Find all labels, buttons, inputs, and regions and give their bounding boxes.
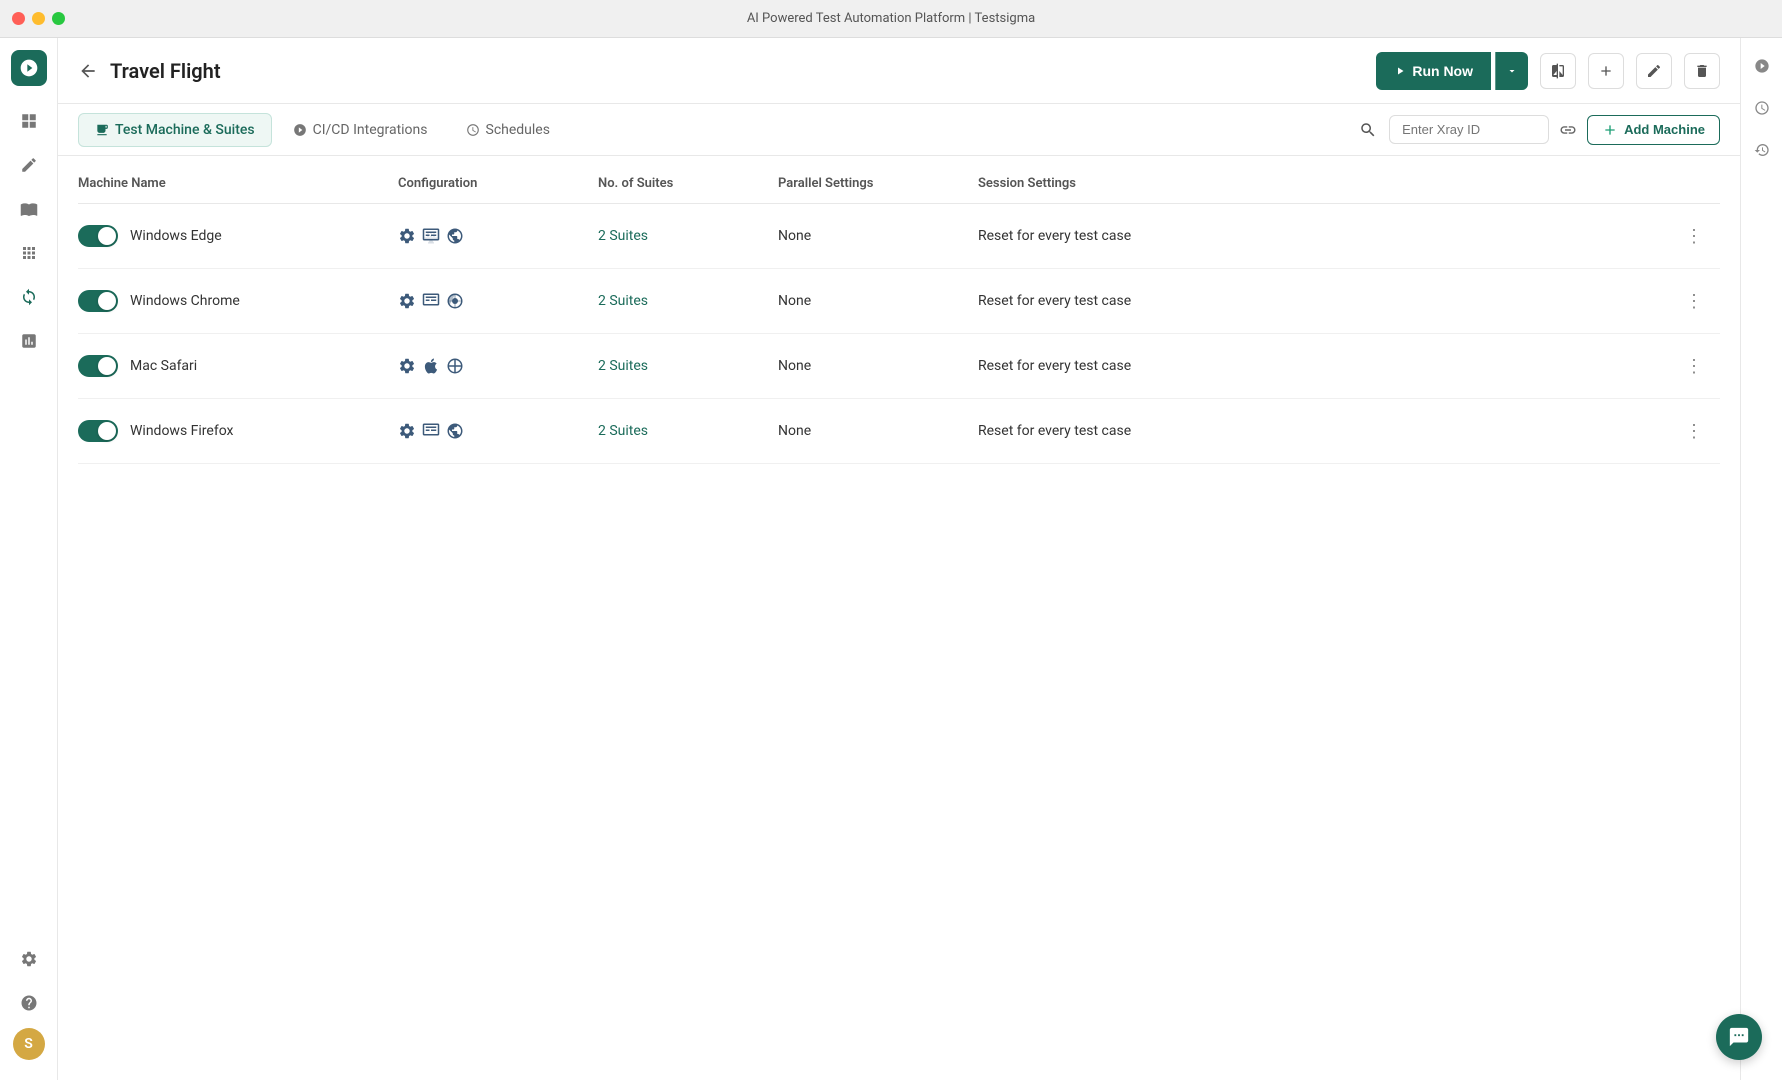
machine-toggle-0[interactable] (78, 225, 118, 247)
clock-icon[interactable] (1746, 92, 1778, 124)
main-content: Travel Flight Run Now (58, 38, 1740, 1080)
tab-test-machine[interactable]: Test Machine & Suites (78, 113, 272, 147)
table-header: Machine Name Configuration No. of Suites… (78, 164, 1720, 204)
maximize-button[interactable] (52, 12, 65, 25)
link-icon[interactable] (1553, 115, 1583, 145)
left-sidebar: S (0, 38, 58, 1080)
suites-link-0[interactable]: 2 Suites (598, 228, 778, 244)
suites-link-2[interactable]: 2 Suites (598, 358, 778, 374)
table-row: Windows Firefox 2 Suites None Reset for … (78, 399, 1720, 464)
config-icons-1 (398, 292, 598, 310)
sidebar-item-test-cases[interactable] (10, 146, 48, 184)
tabs-bar: Test Machine & Suites CI/CD Integrations… (58, 104, 1740, 156)
minimize-button[interactable] (32, 12, 45, 25)
more-options-0[interactable]: ⋮ (1680, 222, 1708, 250)
config-icons-2 (398, 357, 598, 375)
tab-schedules[interactable]: Schedules (449, 113, 567, 147)
close-button[interactable] (12, 12, 25, 25)
page-title: Travel Flight (110, 59, 221, 83)
machine-name-cell: Windows Firefox (78, 420, 398, 442)
app-logo[interactable] (11, 50, 47, 86)
page-header: Travel Flight Run Now (58, 38, 1740, 104)
more-options-3[interactable]: ⋮ (1680, 417, 1708, 445)
machine-name-cell: Windows Chrome (78, 290, 398, 312)
suites-link-1[interactable]: 2 Suites (598, 293, 778, 309)
table-row: Mac Safari 2 Suites None Reset for every… (78, 334, 1720, 399)
search-button[interactable] (1351, 113, 1385, 147)
edit-button[interactable] (1636, 53, 1672, 89)
machine-name-cell: Mac Safari (78, 355, 398, 377)
plus-button[interactable] (1588, 53, 1624, 89)
right-sidebar (1740, 38, 1782, 1080)
more-options-2[interactable]: ⋮ (1680, 352, 1708, 380)
add-machine-button[interactable]: Add Machine (1587, 115, 1720, 145)
sidebar-item-runs[interactable] (10, 278, 48, 316)
history-icon[interactable] (1746, 134, 1778, 166)
traffic-lights (12, 12, 65, 25)
machine-toggle-1[interactable] (78, 290, 118, 312)
tab-cicd[interactable]: CI/CD Integrations (276, 113, 445, 147)
compare-button[interactable] (1540, 53, 1576, 89)
xray-id-input[interactable] (1389, 115, 1549, 144)
sidebar-item-dashboard[interactable] (10, 102, 48, 140)
chat-widget[interactable] (1716, 1014, 1762, 1060)
table-row: Windows Edge 2 Suites None Reset for eve… (78, 204, 1720, 269)
sidebar-item-reports[interactable] (10, 322, 48, 360)
machine-toggle-3[interactable] (78, 420, 118, 442)
user-avatar[interactable]: S (13, 1028, 45, 1060)
sidebar-item-help[interactable] (10, 984, 48, 1022)
table-row: Windows Chrome 2 Suites None Reset for e… (78, 269, 1720, 334)
titlebar: AI Powered Test Automation Platform | Te… (0, 0, 1782, 38)
sidebar-item-settings[interactable] (10, 940, 48, 978)
config-icons-0 (398, 227, 598, 245)
machine-name-cell: Windows Edge (78, 225, 398, 247)
run-now-button[interactable]: Run Now (1376, 52, 1491, 90)
back-button[interactable] (78, 61, 98, 81)
sidebar-item-books[interactable] (10, 190, 48, 228)
config-icons-3 (398, 422, 598, 440)
app-layout: S Travel Flight Run Now (0, 38, 1782, 1080)
sidebar-item-apps[interactable] (10, 234, 48, 272)
more-options-1[interactable]: ⋮ (1680, 287, 1708, 315)
window-title: AI Powered Test Automation Platform | Te… (747, 11, 1035, 26)
machines-table: Machine Name Configuration No. of Suites… (58, 156, 1740, 1080)
run-now-dropdown-button[interactable] (1495, 52, 1528, 90)
suites-link-3[interactable]: 2 Suites (598, 423, 778, 439)
activity-icon[interactable] (1746, 50, 1778, 82)
delete-button[interactable] (1684, 53, 1720, 89)
machine-toggle-2[interactable] (78, 355, 118, 377)
